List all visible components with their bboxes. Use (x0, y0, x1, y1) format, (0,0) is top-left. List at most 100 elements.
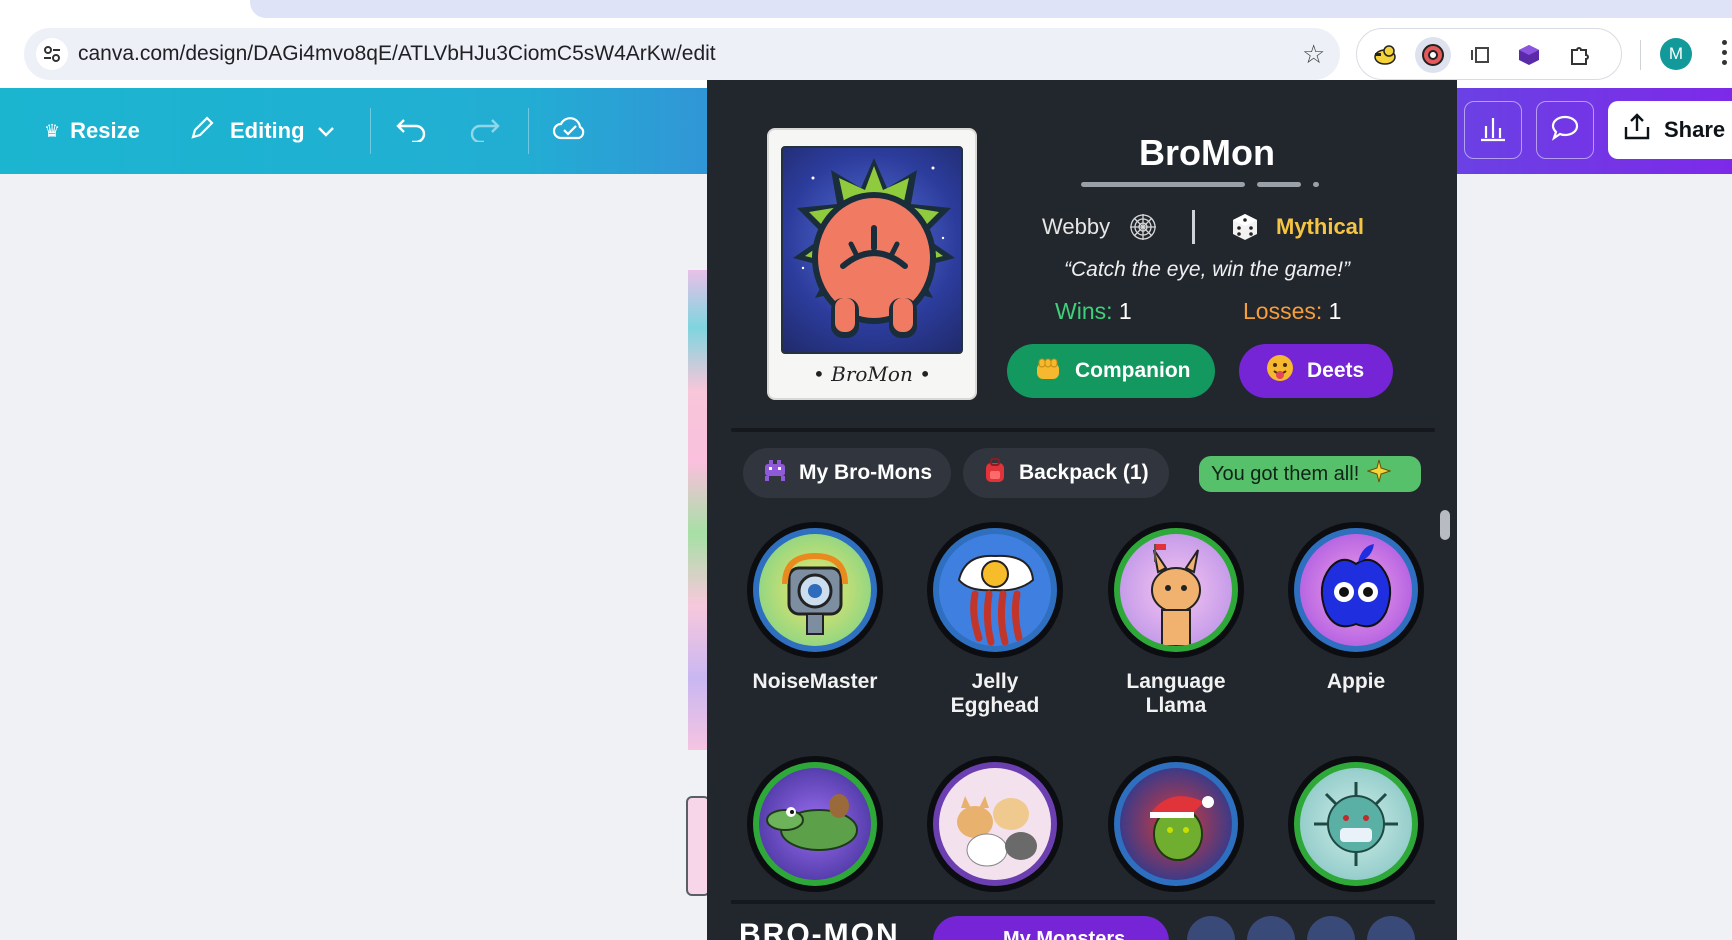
insights-button[interactable] (1464, 101, 1522, 159)
gator-avatar (759, 768, 871, 880)
share-label: Share (1664, 117, 1726, 142)
monster-gator[interactable] (735, 756, 895, 892)
popup-scrollbar-thumb[interactable] (1440, 510, 1450, 540)
underline-dot (1313, 182, 1319, 187)
monster-language-llama[interactable]: Language Llama (1096, 522, 1256, 718)
avatar-ring (1288, 756, 1424, 892)
wins-label: Wins: (1055, 298, 1113, 324)
tab-backpack[interactable]: Backpack (1) (963, 448, 1169, 498)
undo-button[interactable] (396, 108, 428, 154)
share-button[interactable]: Share (1608, 101, 1732, 159)
tab-my-bromons[interactable]: My Bro-Mons (743, 448, 951, 498)
tab-my-bromons-label: My Bro-Mons (799, 461, 932, 484)
rarity-ring (753, 528, 877, 652)
appie-avatar (1300, 534, 1412, 646)
footer-divider (731, 900, 1435, 904)
header-divider (370, 108, 371, 154)
wins-value: 1 (1118, 298, 1132, 324)
language-llama-avatar (1120, 534, 1232, 646)
meta-divider (1192, 210, 1195, 244)
rarity-ring (1294, 762, 1418, 886)
browser-menu-icon[interactable] (1722, 40, 1728, 70)
bromon-quote: “Catch the eye, win the game!” (1064, 258, 1350, 281)
companion-label: Companion (1075, 359, 1191, 382)
rarity-ring (753, 762, 877, 886)
monster-grinch[interactable] (1096, 756, 1256, 892)
editing-mode-dropdown[interactable]: Editing (188, 108, 335, 154)
crown-icon: ♛ (44, 120, 61, 141)
backpack-icon (981, 456, 1009, 490)
url-text[interactable]: canva.com/design/DAGi4mvo8qE/ATLVbHJu3Ci… (78, 42, 716, 66)
monster-jelly-egghead[interactable]: Jelly Egghead (915, 522, 1075, 718)
deets-button[interactable]: Deets (1239, 344, 1393, 398)
bar-chart-icon (1478, 114, 1508, 147)
header-divider-2 (528, 108, 529, 154)
avatar-ring (747, 756, 883, 892)
wins-stat: Wins: 1 (1055, 298, 1132, 325)
monster-name: Language Llama (1126, 670, 1226, 717)
monster-name: Jelly Egghead (950, 670, 1040, 717)
bromon-logo: BRO-MON (739, 918, 900, 940)
comments-button[interactable] (1536, 101, 1594, 159)
section-divider (731, 428, 1435, 432)
underline-bar-2 (1257, 182, 1301, 187)
avatar-ring (927, 522, 1063, 658)
rarity-label: Mythical (1276, 214, 1365, 239)
monster-appie[interactable]: Appie (1276, 522, 1436, 694)
dice-icon (1230, 212, 1260, 248)
browser-toolbar: canva.com/design/DAGi4mvo8qE/ATLVbHJu3Ci… (0, 18, 1732, 88)
rarity-ring (1294, 528, 1418, 652)
extension-bromon-icon[interactable] (1415, 37, 1451, 73)
fist-icon (1033, 353, 1063, 389)
got-all-label: You got them all! (1211, 462, 1360, 485)
rarity-ring (933, 762, 1057, 886)
extension-duck-icon[interactable] (1367, 37, 1403, 73)
save-status-button[interactable] (552, 108, 588, 154)
rarity-ring (1114, 762, 1238, 886)
extension-cube-icon[interactable] (1511, 37, 1547, 73)
extensions-puzzle-icon[interactable] (1561, 37, 1597, 73)
cat-pile-avatar (939, 768, 1051, 880)
monster-name: Appie (1326, 670, 1386, 693)
monster-name: NoiseMaster (752, 670, 878, 693)
sparkle-icon (1366, 459, 1392, 489)
jelly-egghead-avatar (939, 534, 1051, 646)
rarity-ring (933, 528, 1057, 652)
tongue-face-icon (1265, 353, 1295, 389)
site-settings-icon[interactable] (36, 38, 68, 70)
losses-stat: Losses: 1 (1243, 298, 1341, 325)
extension-reader-icon[interactable] (1463, 37, 1499, 73)
redo-icon (468, 114, 500, 148)
active-tab-background (250, 0, 1732, 18)
avatar-ring (1108, 522, 1244, 658)
virus-avatar (1300, 768, 1412, 880)
underline-bar-1 (1081, 182, 1245, 187)
redo-button[interactable] (468, 108, 500, 154)
bromon-popup: • BroMon • BroMon Webby Mythical “Catch … (707, 80, 1457, 940)
resize-button[interactable]: ♛ Resize (44, 108, 140, 154)
noisemaster-avatar (759, 534, 871, 646)
avatar-ring (1108, 756, 1244, 892)
deets-label: Deets (1307, 359, 1365, 382)
monster-cat-pile[interactable] (915, 756, 1075, 892)
bromon-card[interactable]: • BroMon • (767, 128, 977, 400)
bromon-name: BroMon (1139, 132, 1275, 173)
address-bar[interactable]: canva.com/design/DAGi4mvo8qE/ATLVbHJu3Ci… (24, 28, 1340, 80)
profile-avatar[interactable]: M (1660, 38, 1692, 70)
type-label: Webby (1042, 214, 1111, 239)
undo-icon (396, 114, 428, 148)
spiderweb-icon (1128, 212, 1158, 248)
losses-value: 1 (1328, 298, 1342, 324)
extensions-group (1356, 28, 1622, 80)
monster-noisemaster[interactable]: NoiseMaster (735, 522, 895, 694)
chevron-down-icon (317, 118, 335, 144)
monster-virus[interactable] (1276, 756, 1436, 892)
grinch-avatar (1120, 768, 1232, 880)
design-page-edge[interactable] (688, 270, 708, 750)
avatar-ring (1288, 522, 1424, 658)
my-monsters-button[interactable]: My Monsters (933, 916, 1169, 940)
companion-button[interactable]: Companion (1007, 344, 1215, 398)
share-upload-icon (1622, 112, 1652, 148)
space-invader-icon (761, 456, 789, 490)
bookmark-star-icon[interactable]: ☆ (1302, 38, 1325, 70)
